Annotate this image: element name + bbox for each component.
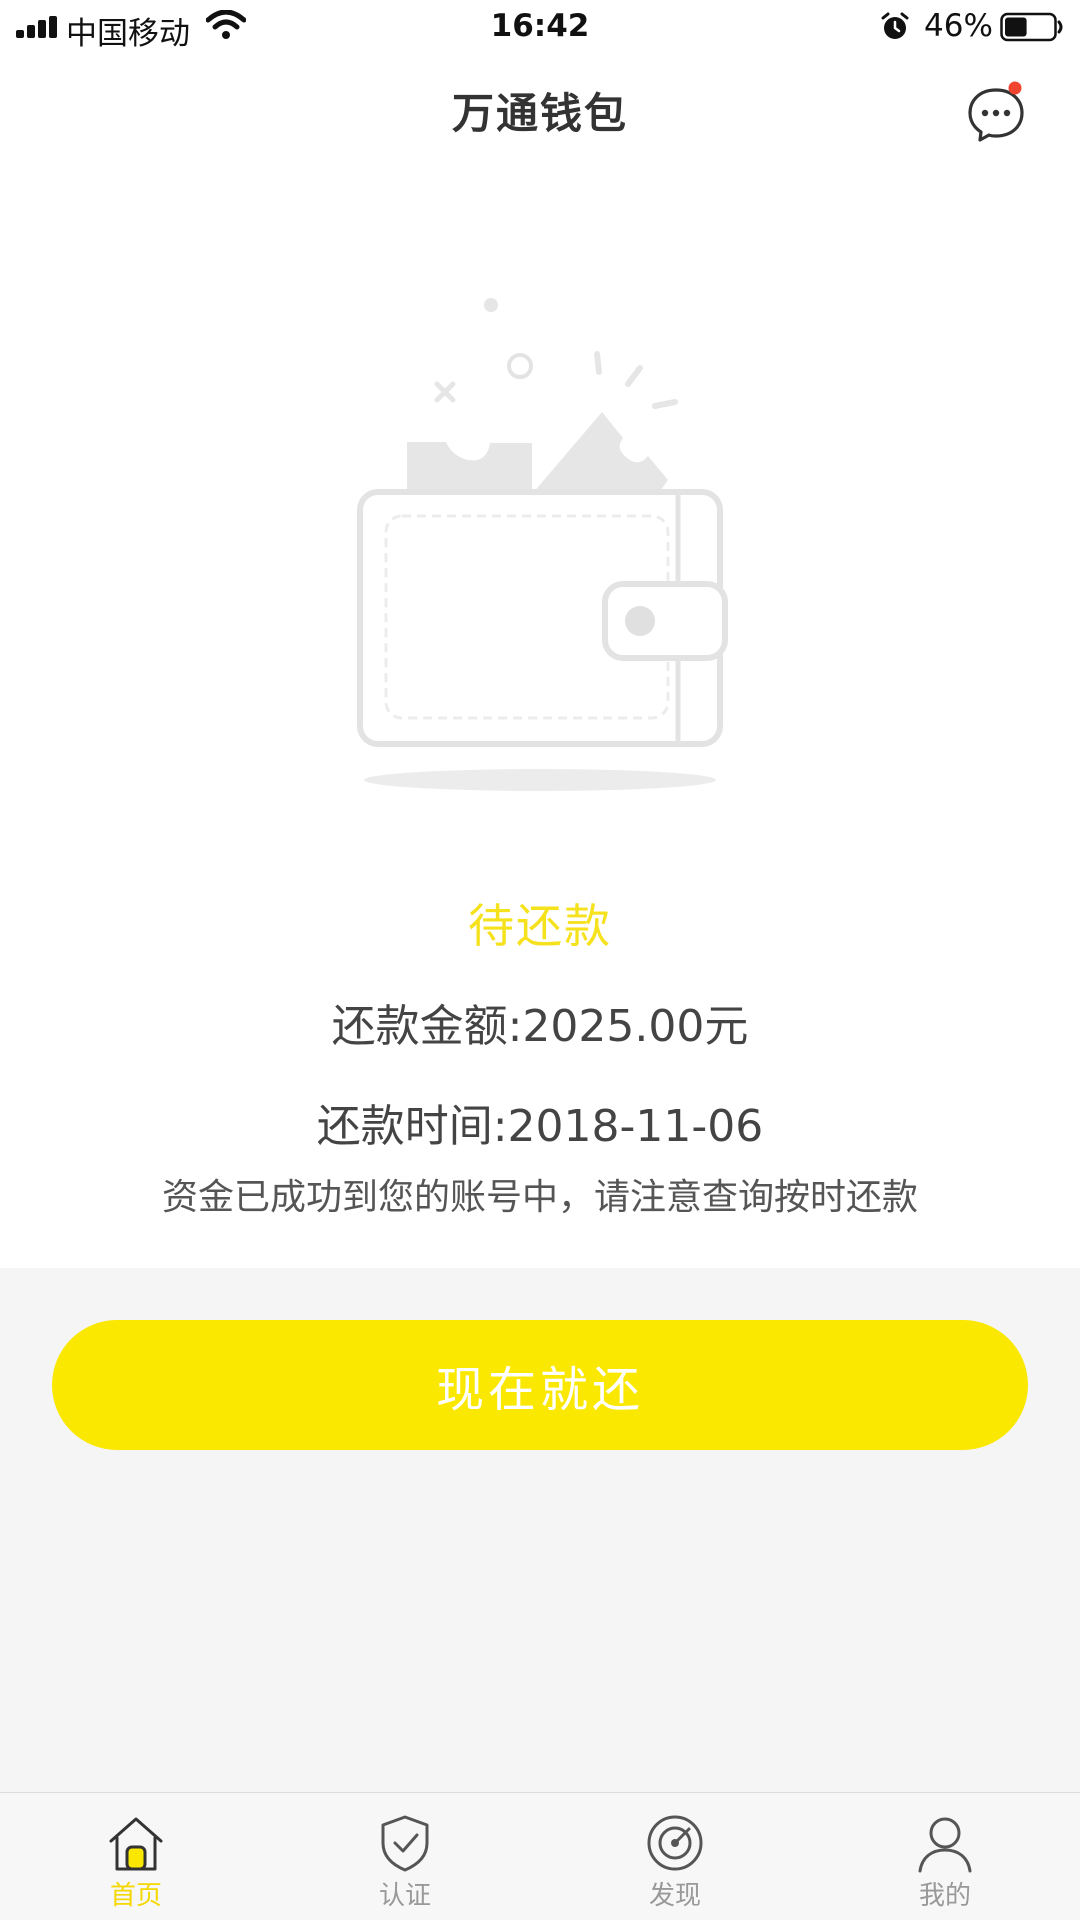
repayment-status: 待还款 — [468, 899, 612, 953]
tab-profile[interactable]: 我的 — [845, 1793, 1045, 1920]
compass-icon — [647, 1815, 703, 1871]
tab-discover-label: 发现 — [648, 1881, 701, 1911]
empty-wallet-illustration — [357, 298, 728, 791]
user-icon — [918, 1817, 972, 1873]
tab-bar: 首页 认证 发现 我的 — [0, 1792, 1080, 1920]
tab-certification[interactable]: 认证 — [305, 1793, 505, 1920]
shield-check-icon — [381, 1815, 429, 1872]
battery-percent: 46% — [924, 8, 993, 44]
status-bar: 中国移动 16:42 46% — [0, 0, 1080, 56]
repay-now-button[interactable]: 现在就还 — [52, 1320, 1028, 1450]
repayment-amount: 还款金额:2025.00元 — [331, 1001, 749, 1052]
tab-profile-label: 我的 — [918, 1881, 971, 1911]
tab-discover[interactable]: 发现 — [575, 1793, 775, 1920]
message-button[interactable] — [966, 80, 1026, 142]
battery-icon — [1000, 12, 1063, 42]
notification-dot — [1008, 81, 1022, 95]
page-title: 万通钱包 — [451, 89, 628, 138]
alarm-icon — [881, 12, 909, 39]
tab-home-label: 首页 — [109, 1881, 162, 1911]
home-icon — [109, 1817, 163, 1871]
clock: 16:42 — [490, 8, 590, 44]
tab-certification-label: 认证 — [378, 1881, 431, 1911]
tab-home[interactable]: 首页 — [36, 1793, 236, 1920]
repayment-notice: 资金已成功到您的账号中，请注意查询按时还款 — [161, 1177, 918, 1218]
repayment-date: 还款时间:2018-11-06 — [316, 1101, 764, 1152]
